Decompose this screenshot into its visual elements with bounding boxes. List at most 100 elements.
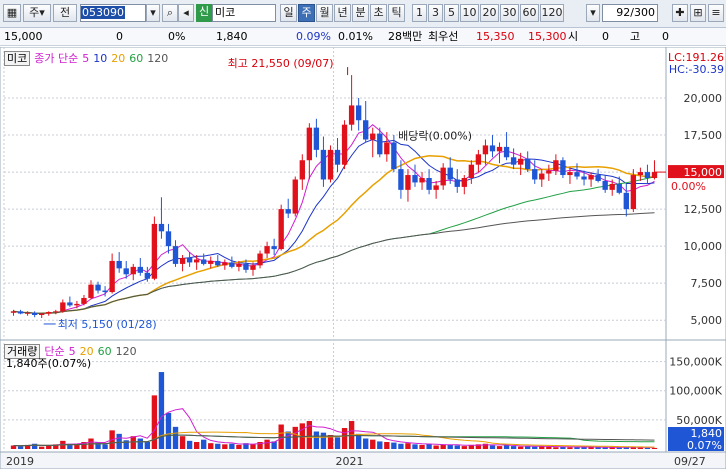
volume-bar	[447, 444, 453, 449]
candle-body	[24, 312, 31, 314]
candle-body	[355, 105, 362, 121]
code-dropdown-icon[interactable]: ▾	[146, 4, 160, 22]
period-tab-0[interactable]: 일	[280, 4, 297, 22]
candle-body	[574, 172, 580, 177]
interval-button-5[interactable]: 30	[500, 4, 519, 22]
change-percent: 0%	[168, 30, 186, 43]
volume-bar	[102, 444, 108, 449]
chart-svg[interactable]: 20,000 17,500 15,000 12,500 10,000 7,500 5,000…	[0, 46, 726, 470]
volume-bar	[313, 431, 320, 449]
interval-button-3[interactable]: 10	[460, 4, 479, 22]
chart-area[interactable]: 20,000 17,500 15,000 12,500 10,000 7,500 5,000…	[0, 46, 726, 470]
candle-body	[496, 146, 503, 152]
volume-tick-label: 50,000K	[676, 414, 722, 427]
volume-bar	[116, 433, 122, 449]
price-change: 0	[116, 30, 123, 43]
interval-button-6[interactable]: 60	[520, 4, 539, 22]
search-icon[interactable]: ⌕	[162, 4, 178, 22]
high-annotation: 최고 21,550 (09/07)	[228, 57, 334, 70]
volume-bar	[341, 428, 348, 449]
trade-amount: 28백만	[388, 30, 423, 43]
volume-bar	[165, 412, 172, 449]
candle-body	[482, 145, 489, 155]
sound-icon[interactable]: ◂	[178, 4, 194, 22]
volume-bar	[193, 442, 200, 449]
volume-bar	[151, 395, 158, 449]
price-tick-label: 7,500	[691, 277, 723, 290]
candle-body	[95, 284, 101, 291]
volume-bar	[320, 432, 327, 449]
volume-bar	[546, 446, 552, 449]
candle-body	[81, 297, 87, 304]
volume-bar	[285, 431, 291, 449]
period-tab-6[interactable]: 틱	[388, 4, 405, 22]
candle-body	[299, 160, 305, 180]
candle-body	[440, 167, 446, 186]
candle-body	[616, 183, 622, 193]
volume-bar	[503, 445, 510, 449]
volume-bar	[137, 438, 143, 449]
candle-body	[292, 179, 298, 214]
price-info-bar: 15,000 0 0% 1,840 0.09% 0.01% 28백만 최우선 1…	[0, 28, 726, 46]
candle-body	[447, 167, 453, 180]
candle-body	[454, 179, 460, 187]
candle-body	[285, 209, 291, 214]
candle-body	[560, 160, 566, 176]
period-tab-2[interactable]: 월	[316, 4, 333, 22]
candle-body	[222, 262, 228, 266]
volume-bar	[651, 447, 658, 449]
period-tab-3[interactable]: 년	[334, 4, 351, 22]
volume-bar	[130, 436, 136, 449]
interval-button-0[interactable]: 1	[412, 4, 427, 22]
candle-body	[88, 284, 94, 298]
volume-bar	[574, 447, 580, 449]
candle-body	[532, 169, 538, 180]
volume-pct-tag: 0.07%	[687, 439, 722, 452]
candle-body	[334, 149, 341, 165]
candle-body	[278, 209, 284, 250]
prev-button[interactable]: 전	[53, 4, 77, 22]
ma-legend-3: 60	[129, 52, 144, 65]
volume-bar	[250, 444, 256, 449]
candle-body	[595, 175, 601, 181]
period-select[interactable]: 주▾	[23, 4, 51, 22]
candle-body	[489, 145, 496, 152]
interval-button-7[interactable]: 120	[540, 4, 564, 22]
candle-body	[525, 158, 531, 170]
volume-bar	[384, 442, 390, 449]
chart-settings-icon[interactable]: ▦	[3, 4, 21, 22]
crosshair-icon[interactable]: ✚	[672, 4, 688, 22]
stock-code-input[interactable]: 053090	[80, 4, 146, 22]
stock-tag[interactable]: 미코	[4, 51, 31, 66]
split-icon[interactable]: ≡	[708, 4, 724, 22]
best-ask-label: 최우선	[428, 30, 459, 43]
candle-body	[553, 160, 559, 171]
candle-body	[67, 302, 73, 306]
volume-bar	[292, 426, 298, 449]
turnover-ratio: 0.01%	[338, 30, 373, 43]
low-annotation: 최저 5,150 (01/28)	[58, 318, 157, 331]
interval-button-1[interactable]: 3	[428, 4, 443, 22]
period-tab-4[interactable]: 분	[352, 4, 369, 22]
count-dropdown-icon[interactable]: ▾	[586, 4, 600, 22]
candle-body	[412, 175, 418, 183]
count-field[interactable]: 92/300	[602, 4, 658, 22]
candle-body	[503, 146, 510, 158]
volume-bar	[370, 439, 376, 449]
chart-toolbar: ▦ 주▾ 전 053090 ▾ ⌕ ◂ 신 미코 일주월년분초틱 1 3 5 10 20…	[0, 0, 726, 28]
volume-bar	[236, 444, 242, 449]
volume-bar	[496, 446, 503, 449]
candle-body	[264, 246, 270, 254]
candle-body	[74, 303, 80, 306]
candle-body	[468, 164, 475, 179]
candle-body	[510, 157, 517, 165]
period-tab-1[interactable]: 주	[298, 4, 315, 22]
interval-button-4[interactable]: 20	[480, 4, 499, 22]
interval-button-2[interactable]: 5	[444, 4, 459, 22]
volume-bar	[46, 445, 52, 449]
candle-body	[419, 178, 425, 183]
period-tab-5[interactable]: 초	[370, 4, 387, 22]
grid-icon[interactable]: ⊞	[690, 4, 706, 22]
price-legend: 미코 종가 단순 5 10 20 60 120	[4, 51, 176, 66]
candle-body	[306, 127, 313, 161]
